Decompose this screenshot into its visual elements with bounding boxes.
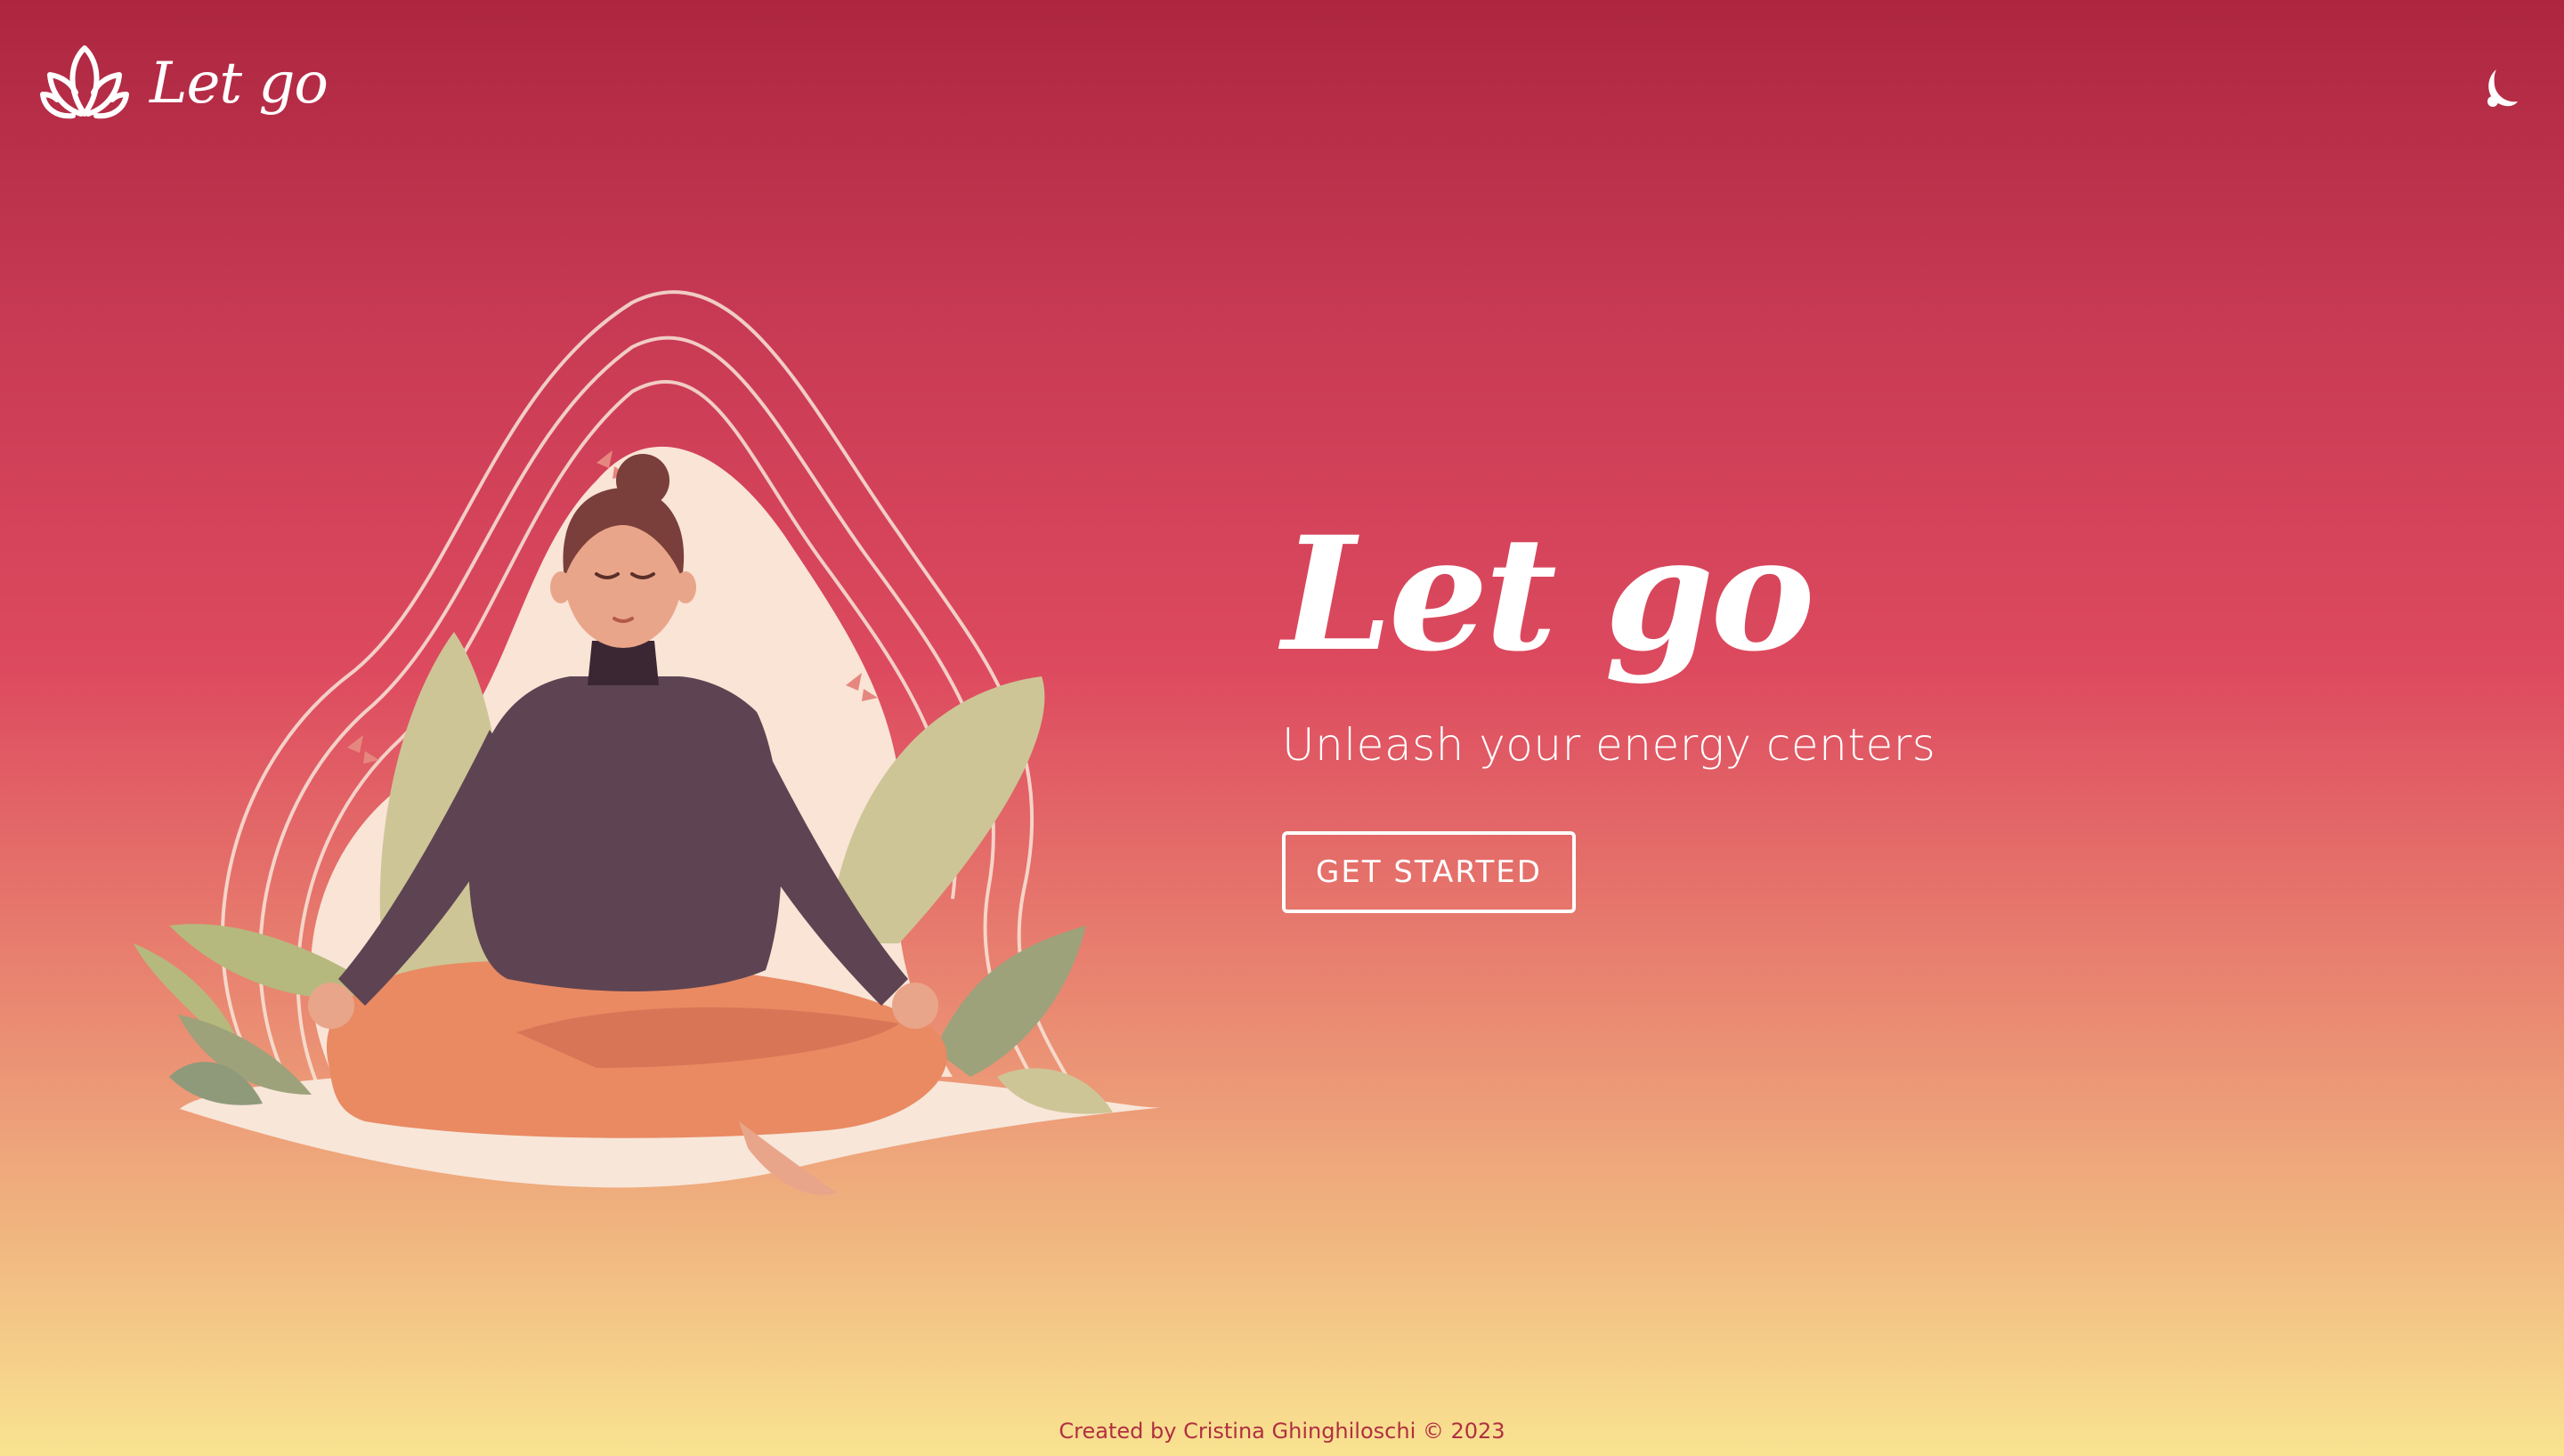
site-header: Let go: [0, 0, 2564, 178]
lotus-icon: [40, 45, 129, 119]
moon-icon[interactable]: [2479, 66, 2519, 110]
brand-logo-link[interactable]: Let go: [37, 39, 329, 128]
footer-credit: Created by Cristina Ghinghiloschi © 2023: [1059, 1419, 1505, 1444]
meditation-illustration: [134, 290, 1164, 1195]
get-started-button[interactable]: GET STARTED: [1282, 831, 1576, 913]
hero-section: Let go Unleash your energy centers GET S…: [1282, 516, 2083, 913]
hero-subtitle: Unleash your energy centers: [1282, 719, 1936, 771]
brand-name: Let go: [150, 51, 329, 117]
hero-title: Let go: [1282, 502, 1815, 686]
site-footer: Created by Cristina Ghinghiloschi © 2023: [0, 1419, 2564, 1444]
